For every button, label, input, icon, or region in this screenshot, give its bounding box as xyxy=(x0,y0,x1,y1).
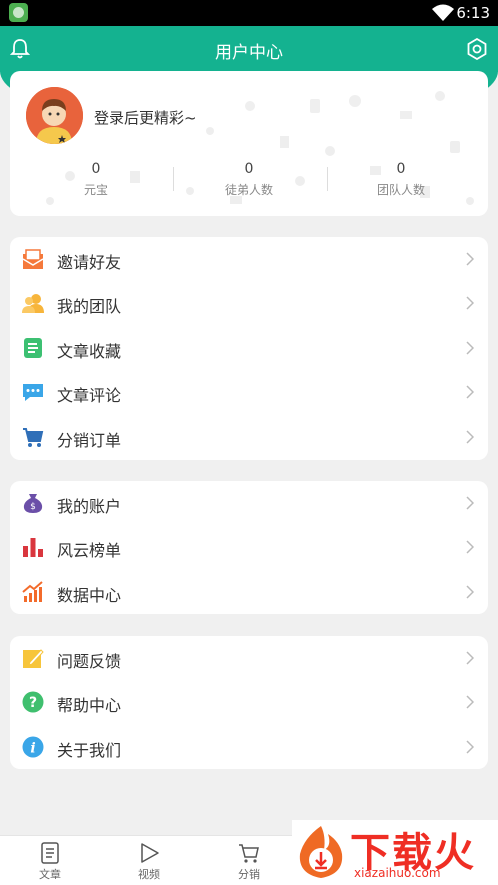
app-header: 用户中心 xyxy=(0,26,498,72)
wifi-icon xyxy=(432,4,454,21)
stats-row: 0 元宝 0 徒弟人数 0 团队人数 xyxy=(10,161,488,203)
feedback-pencil-icon xyxy=(23,649,44,668)
tab-label: 文章 xyxy=(39,868,61,881)
watermark-url: xiazaihuo.com xyxy=(354,866,441,880)
tab-article[interactable]: 文章 xyxy=(20,842,80,882)
status-time: 6:13 xyxy=(456,4,490,22)
menu-group-1: 邀请好友 我的团队 文章收藏 文章评论 分销订单 xyxy=(10,237,488,460)
menu-item-about[interactable]: i 关于我们 xyxy=(10,725,488,769)
menu-label: 我的团队 xyxy=(57,297,122,316)
profile-card: 登录后更精彩~ 0 元宝 0 徒弟人数 0 团队人数 xyxy=(10,71,488,216)
stat-label: 团队人数 xyxy=(376,183,425,197)
menu-label: 关于我们 xyxy=(57,741,122,760)
menu-item-help[interactable]: ? 帮助中心 xyxy=(10,680,488,724)
chevron-right-icon xyxy=(466,540,474,554)
invite-envelope-icon xyxy=(22,249,44,269)
chevron-right-icon xyxy=(466,651,474,665)
svg-text:?: ? xyxy=(29,695,37,711)
stat-value: 0 xyxy=(91,161,101,177)
menu-group-3: 问题反馈 ? 帮助中心 i 关于我们 xyxy=(10,636,488,769)
settings-gear-icon[interactable] xyxy=(466,38,488,60)
chevron-right-icon xyxy=(466,496,474,510)
avatar[interactable] xyxy=(26,87,83,144)
chevron-right-icon xyxy=(466,695,474,709)
shopping-cart-icon xyxy=(23,428,44,447)
svg-text:i: i xyxy=(30,741,35,757)
login-prompt[interactable]: 登录后更精彩~ xyxy=(94,107,197,128)
menu-label: 文章收藏 xyxy=(57,342,122,361)
tab-video[interactable]: 视频 xyxy=(119,842,179,882)
tab-label: 分销 xyxy=(238,868,260,881)
menu-item-feedback[interactable]: 问题反馈 xyxy=(10,636,488,680)
stat-label: 元宝 xyxy=(83,183,108,197)
menu-item-favorites[interactable]: 文章收藏 xyxy=(10,326,488,370)
cart-tab-icon xyxy=(239,844,259,863)
info-icon: i xyxy=(22,736,44,758)
stat-apprentices[interactable]: 0 徒弟人数 xyxy=(169,161,329,198)
article-doc-icon xyxy=(24,338,42,358)
menu-label: 邀请好友 xyxy=(57,253,122,272)
status-bar: 6:13 xyxy=(0,0,498,26)
svg-text:$: $ xyxy=(30,502,36,512)
menu-item-comments[interactable]: 文章评论 xyxy=(10,370,488,414)
watermark: 下载火 xiazaihuo.com xyxy=(292,820,498,885)
app-notification-icon xyxy=(9,3,28,22)
menu-group-2: $ 我的账户 风云榜单 数据中心 xyxy=(10,481,488,614)
menu-label: 分销订单 xyxy=(57,431,122,450)
menu-item-orders[interactable]: 分销订单 xyxy=(10,415,488,459)
chevron-right-icon xyxy=(466,585,474,599)
menu-item-invite[interactable]: 邀请好友 xyxy=(10,237,488,281)
flame-logo-icon xyxy=(299,826,343,878)
menu-label: 我的账户 xyxy=(57,497,122,516)
money-bag-icon: $ xyxy=(23,494,43,513)
help-question-icon: ? xyxy=(22,691,44,713)
menu-item-ranking[interactable]: 风云榜单 xyxy=(10,525,488,569)
bar-chart-icon xyxy=(23,538,43,557)
menu-item-data-center[interactable]: 数据中心 xyxy=(10,570,488,614)
tab-label: 视频 xyxy=(138,868,160,881)
menu-item-account[interactable]: $ 我的账户 xyxy=(10,481,488,525)
stat-ingots[interactable]: 0 元宝 xyxy=(16,161,176,198)
tab-distribution[interactable]: 分销 xyxy=(219,842,279,882)
menu-label: 文章评论 xyxy=(57,386,122,405)
chevron-right-icon xyxy=(466,296,474,310)
chevron-right-icon xyxy=(466,740,474,754)
chevron-right-icon xyxy=(466,430,474,444)
stat-value: 0 xyxy=(244,161,254,177)
menu-label: 帮助中心 xyxy=(57,696,122,715)
stat-team[interactable]: 0 团队人数 xyxy=(321,161,481,198)
chevron-right-icon xyxy=(466,385,474,399)
stat-label: 徒弟人数 xyxy=(224,183,273,197)
trend-chart-icon xyxy=(22,581,43,602)
chevron-right-icon xyxy=(466,252,474,266)
menu-label: 问题反馈 xyxy=(57,652,122,671)
team-people-icon xyxy=(22,294,44,313)
menu-label: 风云榜单 xyxy=(57,541,122,560)
stat-value: 0 xyxy=(396,161,406,177)
chevron-right-icon xyxy=(466,341,474,355)
comment-bubble-icon xyxy=(23,384,43,401)
article-tab-icon xyxy=(41,842,59,864)
video-play-icon xyxy=(141,843,159,863)
menu-item-team[interactable]: 我的团队 xyxy=(10,281,488,325)
page-title: 用户中心 xyxy=(215,43,283,63)
menu-label: 数据中心 xyxy=(57,586,122,605)
